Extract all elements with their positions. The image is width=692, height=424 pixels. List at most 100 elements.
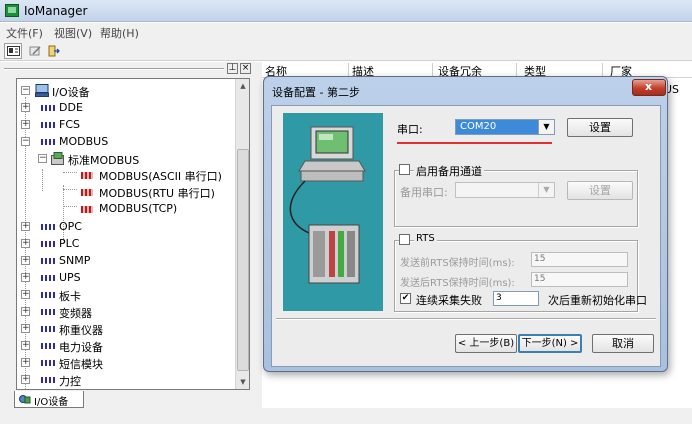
- device-group-icon: [41, 105, 55, 111]
- serial-settings-button[interactable]: 设置: [567, 118, 633, 137]
- cancel-button[interactable]: 取消: [592, 334, 654, 353]
- toolbar-exit-button[interactable]: [44, 43, 62, 59]
- tree-guide: [63, 189, 77, 190]
- tree-guide: [42, 169, 43, 191]
- next-button[interactable]: 下一步(N) >: [518, 334, 582, 353]
- device-group-icon: [41, 122, 55, 128]
- device-group-icon: [41, 377, 55, 383]
- device-group-icon: [41, 326, 55, 332]
- column-separator[interactable]: [432, 63, 433, 77]
- fail-reinit-suffix: 次后重新初始化串口: [548, 294, 647, 307]
- expand-icon[interactable]: +: [21, 324, 30, 333]
- menu-bar: 文件(F) 视图(V) 帮助(H): [0, 23, 692, 41]
- tab-io-devices-label: I/O设备: [34, 397, 69, 408]
- tree-item-label: DDE: [59, 101, 83, 114]
- scroll-thumb[interactable]: [237, 149, 249, 371]
- tree-item-label: SNMP: [59, 254, 91, 267]
- device-group-icon: [41, 360, 55, 366]
- backup-serial-select[interactable]: ▼: [455, 182, 555, 198]
- menu-view[interactable]: 视图(V): [54, 25, 92, 41]
- computer-device-illustration: [289, 126, 366, 284]
- toolbar-edit-button[interactable]: [26, 43, 44, 59]
- menu-file[interactable]: 文件(F): [6, 25, 43, 41]
- tree-guide: [63, 172, 77, 173]
- backup-channel-checkbox[interactable]: [399, 164, 410, 175]
- tab-io-devices[interactable]: I/O设备: [14, 391, 84, 408]
- tree-item-label: 称重仪器: [59, 324, 103, 337]
- tree-item-label: PLC: [59, 237, 80, 250]
- rts-after-label: 发送后RTS保持时间(ms):: [400, 278, 515, 289]
- device-config-dialog: 设备配置 - 第二步 串口: COM20 ▼ 设置: [263, 76, 668, 372]
- driver-folder-icon: [51, 152, 64, 165]
- device-group-icon: [41, 224, 55, 230]
- column-separator[interactable]: [516, 63, 517, 77]
- dialog-body: 串口: COM20 ▼ 设置 启用备用通道 备用串口: ▼ 设置 RTS 发送前…: [271, 105, 661, 367]
- device-tree: − I/O设备 + DDE + FCS − MODBUS − 标准MODBUS …: [16, 78, 250, 390]
- expand-icon[interactable]: +: [21, 290, 30, 299]
- expand-icon[interactable]: +: [21, 375, 30, 384]
- dialog-divider: [276, 318, 656, 320]
- app-title: IoManager: [24, 4, 88, 18]
- collapse-icon[interactable]: −: [38, 154, 47, 163]
- serial-port-select[interactable]: COM20 ▼: [455, 119, 555, 135]
- scroll-down-icon[interactable]: ▼: [236, 375, 249, 389]
- rts-checkbox[interactable]: [399, 234, 410, 245]
- collapse-icon[interactable]: −: [21, 137, 30, 146]
- chevron-down-icon[interactable]: ▼: [538, 183, 554, 197]
- tree-item-label: FCS: [59, 118, 80, 131]
- fail-reinit-checkbox[interactable]: ✔: [400, 293, 411, 304]
- toolbar: [0, 41, 692, 61]
- expand-icon[interactable]: +: [21, 307, 30, 316]
- backup-channel-label: 启用备用通道: [414, 163, 484, 179]
- menu-help[interactable]: 帮助(H): [100, 25, 139, 41]
- rts-before-label: 发送前RTS保持时间(ms):: [400, 258, 515, 269]
- pane-close-button[interactable]: ×: [240, 63, 251, 74]
- device-group-icon: [41, 309, 55, 315]
- back-button[interactable]: < 上一步(B): [455, 334, 517, 353]
- fail-reinit-label: 连续采集失败: [416, 294, 482, 307]
- driver-icon: [81, 206, 93, 213]
- tree-root-label: I/O设备: [52, 86, 90, 99]
- toolbar-device-button[interactable]: [4, 43, 22, 59]
- chevron-down-icon[interactable]: ▼: [538, 120, 554, 134]
- computer-icon: [35, 84, 49, 97]
- highlight-underline: [397, 142, 552, 144]
- expand-icon[interactable]: +: [21, 341, 30, 350]
- pane-grip[interactable]: [4, 68, 224, 70]
- tree-item-label: 变频器: [59, 307, 92, 320]
- expand-icon[interactable]: +: [21, 273, 30, 282]
- io-device-icon: [19, 395, 31, 404]
- device-group-icon: [41, 241, 55, 247]
- rts-before-input[interactable]: 15: [531, 252, 628, 267]
- device-group-icon: [41, 275, 55, 281]
- tree-item-label: MODBUS(RTU 串行口): [99, 187, 215, 200]
- serial-port-label: 串口:: [397, 123, 423, 136]
- expand-icon[interactable]: +: [21, 358, 30, 367]
- device-group-icon: [41, 343, 55, 349]
- tree-item-label: 标准MODBUS: [68, 154, 140, 167]
- tree-item-label: 板卡: [59, 290, 81, 303]
- dialog-title: 设备配置 - 第二步: [272, 86, 360, 99]
- serial-port-value: COM20: [456, 120, 538, 134]
- expand-icon[interactable]: +: [21, 222, 30, 231]
- tree-scrollbar[interactable]: ▲ ▼: [235, 79, 249, 389]
- exit-icon: [48, 45, 60, 57]
- expand-icon[interactable]: +: [21, 256, 30, 265]
- fail-count-input[interactable]: 3: [493, 291, 539, 306]
- rts-after-input[interactable]: 15: [531, 272, 628, 287]
- tree-item-label: 短信模块: [59, 358, 103, 371]
- expand-icon[interactable]: +: [21, 120, 30, 129]
- backup-settings-button[interactable]: 设置: [567, 181, 633, 200]
- column-separator[interactable]: [348, 63, 349, 77]
- collapse-icon[interactable]: −: [21, 86, 30, 95]
- dialog-close-button[interactable]: [632, 79, 666, 96]
- expand-icon[interactable]: +: [21, 239, 30, 248]
- column-separator[interactable]: [602, 63, 603, 77]
- pane-dock-button[interactable]: ⊥: [227, 63, 238, 74]
- device-group-icon: [41, 258, 55, 264]
- app-icon: [5, 4, 19, 17]
- expand-icon[interactable]: +: [21, 103, 30, 112]
- backup-serial-label: 备用串口:: [400, 186, 448, 199]
- title-bar: IoManager: [0, 0, 692, 22]
- scroll-up-icon[interactable]: ▲: [236, 79, 249, 93]
